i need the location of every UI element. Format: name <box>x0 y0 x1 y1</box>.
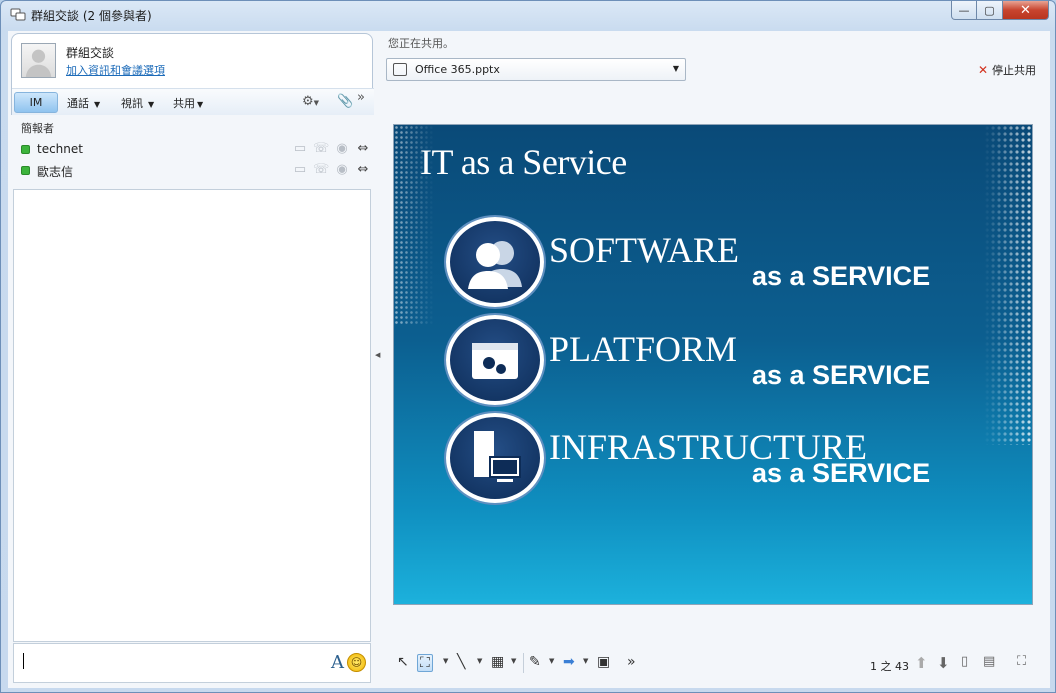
separator <box>523 653 524 673</box>
chevron-down-icon: ▼ <box>672 64 679 73</box>
arrow-down-icon[interactable]: ⬇ <box>937 654 950 672</box>
arrow-stamp-icon[interactable]: ➡ <box>563 654 575 670</box>
infrastructure-tag: as a SERVICE <box>752 458 931 488</box>
phone-icon[interactable]: ☏ <box>313 141 329 156</box>
people-options-icon[interactable]: ⚙▼ <box>302 94 319 109</box>
file-dropdown[interactable]: Office 365.pptx ▼ <box>386 58 686 81</box>
conversation-window: 群組交談 (2 個參與者) — ▢ ✕ 群組交談 加入資訊和會議選項 IM 通話… <box>0 0 1056 693</box>
sharing-status: 您正在共用。 <box>388 37 454 50</box>
participant-row[interactable]: technet ▭ ☏ ◉ ⇔ <box>19 141 371 159</box>
users-icon <box>446 217 544 307</box>
client-area: 群組交談 加入資訊和會議選項 IM 通話 ▼ 視訊 ▼ 共用 ▼ ⚙▼ 📎 » 簡報者… <box>8 31 1050 688</box>
chat-history[interactable] <box>13 189 371 642</box>
slide-title: IT as a Service <box>420 142 627 182</box>
frame-icon[interactable]: ▣ <box>597 654 610 670</box>
swap-icon[interactable]: ⇔ <box>355 162 371 177</box>
tab-im[interactable]: IM <box>14 92 58 113</box>
share-label: 共用 <box>173 97 195 110</box>
software-tag: as a SERVICE <box>752 261 931 291</box>
file-name: Office 365.pptx <box>415 63 500 76</box>
chevron-down-icon[interactable]: ▼ <box>583 657 588 665</box>
presentation-icon <box>393 63 407 76</box>
collapse-arrow-icon[interactable]: ◀ <box>375 351 380 359</box>
annotation-toolbar: ↖ ⛶ ▼ ╲ ▼ ▦ ▼ ✎ ▼ ➡ ▼ ▣ » 1 之 43 ⬆ ⬇ ▯ ▤… <box>383 649 1050 679</box>
participant-row[interactable]: 歐志信 ▭ ☏ ◉ ⇔ <box>19 162 371 180</box>
chat-pane: 群組交談 加入資訊和會議選項 IM 通話 ▼ 視訊 ▼ 共用 ▼ ⚙▼ 📎 » 簡報者… <box>11 31 374 685</box>
video-icon[interactable]: ◉ <box>334 141 350 156</box>
chevron-down-icon[interactable]: ▼ <box>477 657 482 665</box>
presence-icon <box>21 166 30 175</box>
maximize-icon: ▢ <box>984 3 995 17</box>
video-menu[interactable]: 視訊 ▼ <box>121 95 154 111</box>
swap-icon[interactable]: ⇔ <box>355 141 371 156</box>
call-label: 通話 <box>67 97 89 110</box>
presenters-header: 簡報者 <box>21 122 54 135</box>
close-icon: ✕ <box>1020 2 1031 18</box>
close-button[interactable]: ✕ <box>1003 1 1049 20</box>
attachment-icon[interactable]: 📎 <box>337 94 353 109</box>
software-label: SOFTWARE <box>549 230 740 270</box>
infrastructure-icon <box>446 413 544 503</box>
line-icon[interactable]: ╲ <box>457 654 465 670</box>
pen-icon[interactable]: ✎ <box>529 654 541 670</box>
text-select-icon[interactable]: ⛶ <box>417 654 433 672</box>
conversation-title: 群組交談 <box>66 46 115 60</box>
pointer-icon[interactable]: ↖ <box>397 654 409 670</box>
dot-pattern-right <box>984 125 1032 445</box>
video-icon[interactable]: ◉ <box>334 162 350 177</box>
phone-icon[interactable]: ☏ <box>313 162 329 177</box>
stop-sharing-button[interactable]: ✕ 停止共用 <box>978 62 1036 78</box>
notes-icon[interactable]: ▤ <box>983 654 995 669</box>
stop-sharing-label: 停止共用 <box>992 64 1036 77</box>
participant-name: technet <box>37 142 83 156</box>
fullscreen-icon[interactable]: ⛶ <box>1017 654 1026 669</box>
chevron-down-icon: ▼ <box>148 100 155 109</box>
more-tools-icon[interactable]: » <box>627 654 636 670</box>
slide-view: IT as a Service SOFTWARE as a SERVICE PL… <box>393 124 1033 605</box>
conversation-toolbar: IM 通話 ▼ 視訊 ▼ 共用 ▼ ⚙▼ 📎 » <box>12 88 374 115</box>
conversation-icon <box>10 8 26 21</box>
chevron-down-icon: ▼ <box>94 100 101 109</box>
window-title: 群組交談 (2 個參與者) <box>31 9 152 23</box>
page-counter: 1 之 43 <box>870 660 909 673</box>
conversation-header: 群組交談 加入資訊和會議選項 IM 通話 ▼ 視訊 ▼ 共用 ▼ ⚙▼ 📎 » <box>11 33 374 115</box>
meeting-options-link[interactable]: 加入資訊和會議選項 <box>66 62 165 78</box>
platform-icon <box>446 315 544 405</box>
presence-icon <box>21 145 30 154</box>
video-label: 視訊 <box>121 97 143 110</box>
im-icon[interactable]: ▭ <box>292 162 308 177</box>
chevron-down-icon[interactable]: ▼ <box>443 657 448 665</box>
maximize-button[interactable]: ▢ <box>977 1 1003 20</box>
platform-tag: as a SERVICE <box>752 360 931 390</box>
avatar <box>21 43 56 78</box>
more-options-icon[interactable]: » <box>357 90 365 105</box>
chevron-down-icon[interactable]: ▼ <box>549 657 554 665</box>
pane-splitter[interactable]: ◀ <box>374 31 382 685</box>
minimize-icon: — <box>958 3 970 17</box>
message-input[interactable]: A ☺ <box>13 643 371 683</box>
share-menu[interactable]: 共用 ▼ <box>173 95 203 111</box>
text-caret <box>23 653 24 669</box>
color-grid-icon[interactable]: ▦ <box>491 654 504 670</box>
chevron-down-icon: ▼ <box>197 100 204 109</box>
thumbnails-icon[interactable]: ▯ <box>961 654 968 669</box>
platform-label: PLATFORM <box>549 329 738 369</box>
call-menu[interactable]: 通話 ▼ <box>67 95 100 111</box>
emoticon-icon[interactable]: ☺ <box>347 653 366 672</box>
person-icon <box>25 49 52 77</box>
participant-name: 歐志信 <box>37 165 74 179</box>
minimize-button[interactable]: — <box>951 1 977 20</box>
title-bar: 群組交談 (2 個參與者) — ▢ ✕ <box>1 1 1055 30</box>
im-icon[interactable]: ▭ <box>292 141 308 156</box>
chevron-down-icon[interactable]: ▼ <box>511 657 516 665</box>
stop-icon: ✕ <box>977 63 988 77</box>
share-pane: 您正在共用。 Office 365.pptx ▼ ✕ 停止共用 IT as a S… <box>383 31 1050 685</box>
font-icon[interactable]: A <box>331 652 344 673</box>
arrow-up-icon[interactable]: ⬆ <box>915 654 928 672</box>
